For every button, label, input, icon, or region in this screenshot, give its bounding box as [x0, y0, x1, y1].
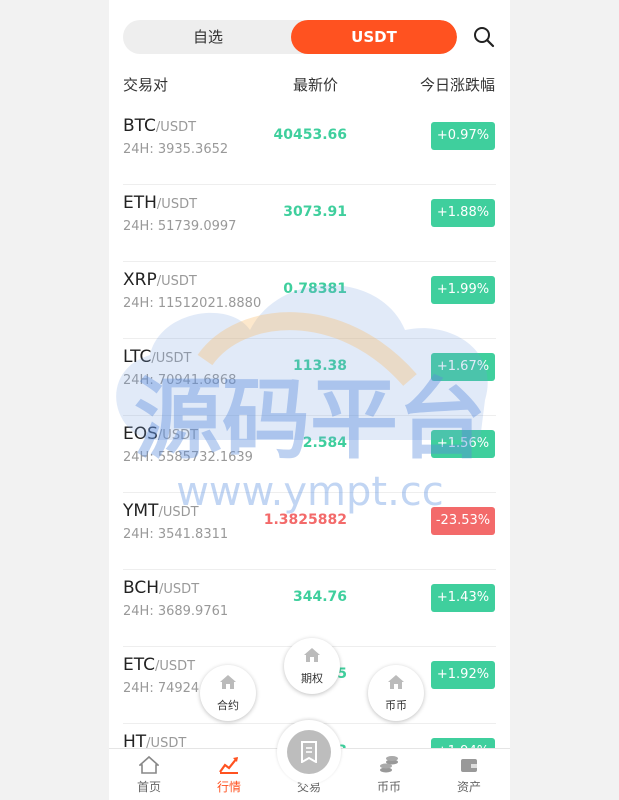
- market-row[interactable]: XRP/USDT 24H: 11512021.8880 0.78381 +1.99%: [109, 262, 510, 339]
- tab-favorites[interactable]: 自选: [123, 20, 293, 54]
- change-badge: +1.99%: [431, 276, 495, 304]
- market-row[interactable]: ETH/USDT 24H: 51739.0997 3073.91 +1.88%: [109, 185, 510, 262]
- market-row[interactable]: EOS/USDT 24H: 5585732.1639 2.584 +1.56%: [109, 416, 510, 493]
- market-row[interactable]: LTC/USDT 24H: 70941.6868 113.38 +1.67%: [109, 339, 510, 416]
- volume-24h: 24H: 5585732.1639: [123, 450, 253, 465]
- volume-24h: 24H: 3935.3652: [123, 142, 229, 157]
- pair-symbol: BCH/USDT: [123, 578, 199, 598]
- volume-24h: 24H: 3541.8311: [123, 527, 229, 542]
- nav-market[interactable]: 行情: [189, 749, 269, 800]
- header-pair-label: 交易对: [123, 76, 169, 94]
- options-fab[interactable]: 期权: [284, 638, 340, 694]
- quote-symbol: /USDT: [156, 197, 198, 212]
- pair-symbol: BTC/USDT: [123, 116, 196, 136]
- market-row[interactable]: YMT/USDT 24H: 3541.8311 1.3825882 -23.53%: [109, 493, 510, 570]
- quote-symbol: /USDT: [157, 428, 199, 443]
- nav-market-label: 行情: [216, 780, 241, 794]
- nav-assets[interactable]: 资产: [429, 749, 509, 800]
- nav-home-label: 首页: [136, 780, 161, 794]
- pair-symbol: XRP/USDT: [123, 270, 197, 290]
- quote-symbol: /USDT: [156, 274, 197, 289]
- contract-fab[interactable]: 合约: [200, 665, 256, 721]
- options-fab-label: 期权: [301, 672, 323, 685]
- base-symbol: EOS: [123, 424, 158, 444]
- last-price: 40453.66: [273, 127, 347, 143]
- market-tabs: 自选 USDT: [123, 20, 457, 54]
- wallet-icon: [461, 759, 477, 772]
- change-badge: +1.92%: [431, 661, 495, 689]
- header-change-label: 今日涨跌幅: [419, 76, 495, 94]
- last-price: 2.584: [302, 435, 347, 451]
- volume-24h: 24H: 3689.9761: [123, 604, 229, 619]
- pair-symbol: ETC/USDT: [123, 655, 195, 675]
- market-row[interactable]: BTC/USDT 24H: 3935.3652 40453.66 +0.97%: [109, 108, 510, 185]
- pair-symbol: EOS/USDT: [123, 424, 198, 444]
- nav-home[interactable]: 首页: [109, 749, 189, 800]
- base-symbol: ETC: [123, 655, 155, 675]
- base-symbol: LTC: [123, 347, 152, 367]
- volume-24h: 24H: 74924.9: [123, 681, 212, 696]
- tab-usdt[interactable]: USDT: [291, 20, 457, 54]
- volume-24h: 24H: 11512021.8880: [123, 296, 262, 311]
- trade-center-button[interactable]: [277, 720, 341, 784]
- base-symbol: XRP: [123, 270, 157, 290]
- quote-symbol: /USDT: [155, 659, 196, 674]
- last-price: 344.76: [292, 589, 347, 605]
- nav-coin[interactable]: 币币: [349, 749, 429, 800]
- coins-icon: [380, 756, 398, 773]
- last-price: 113.38: [292, 358, 347, 374]
- change-badge: +1.67%: [431, 353, 495, 381]
- chart-trend-icon: [219, 757, 238, 774]
- coin-fab-label: 币币: [385, 699, 407, 712]
- last-price: 3073.91: [283, 204, 347, 220]
- volume-24h: 24H: 51739.0997: [123, 219, 237, 234]
- pair-symbol: LTC/USDT: [123, 347, 192, 367]
- home-icon: [388, 675, 404, 689]
- coin-fab[interactable]: 币币: [368, 665, 424, 721]
- change-badge: +1.88%: [431, 199, 495, 227]
- home-icon: [139, 755, 159, 774]
- home-icon: [304, 648, 320, 662]
- nav-coin-label: 币币: [376, 780, 401, 794]
- home-icon: [220, 675, 236, 689]
- quote-symbol: /USDT: [151, 351, 192, 366]
- search-icon[interactable]: [473, 26, 495, 48]
- trade-button-core: [287, 730, 331, 774]
- base-symbol: BTC: [123, 116, 156, 136]
- document-icon: [301, 741, 317, 763]
- nav-assets-label: 资产: [456, 780, 481, 794]
- quote-symbol: /USDT: [155, 120, 197, 135]
- change-badge: +1.43%: [431, 584, 495, 612]
- change-badge: +1.56%: [431, 430, 495, 458]
- header-price-label: 最新价: [293, 76, 339, 94]
- last-price: 1.3825882: [263, 512, 347, 528]
- last-price: 0.78381: [283, 281, 347, 297]
- quote-symbol: /USDT: [158, 505, 199, 520]
- market-page: 自选 USDT 交易对 最新价 今日涨跌幅 BTC/USDT 24H: 3935.…: [109, 0, 510, 800]
- contract-fab-label: 合约: [217, 699, 239, 712]
- base-symbol: BCH: [123, 578, 160, 598]
- change-badge: +0.97%: [431, 122, 495, 150]
- quote-symbol: /USDT: [159, 582, 200, 597]
- volume-24h: 24H: 70941.6868: [123, 373, 237, 388]
- pair-symbol: YMT/USDT: [123, 501, 199, 521]
- base-symbol: YMT: [123, 501, 159, 521]
- pair-symbol: ETH/USDT: [123, 193, 197, 213]
- market-row[interactable]: BCH/USDT 24H: 3689.9761 344.76 +1.43%: [109, 570, 510, 647]
- base-symbol: ETH: [123, 193, 157, 213]
- change-badge: -23.53%: [431, 507, 495, 535]
